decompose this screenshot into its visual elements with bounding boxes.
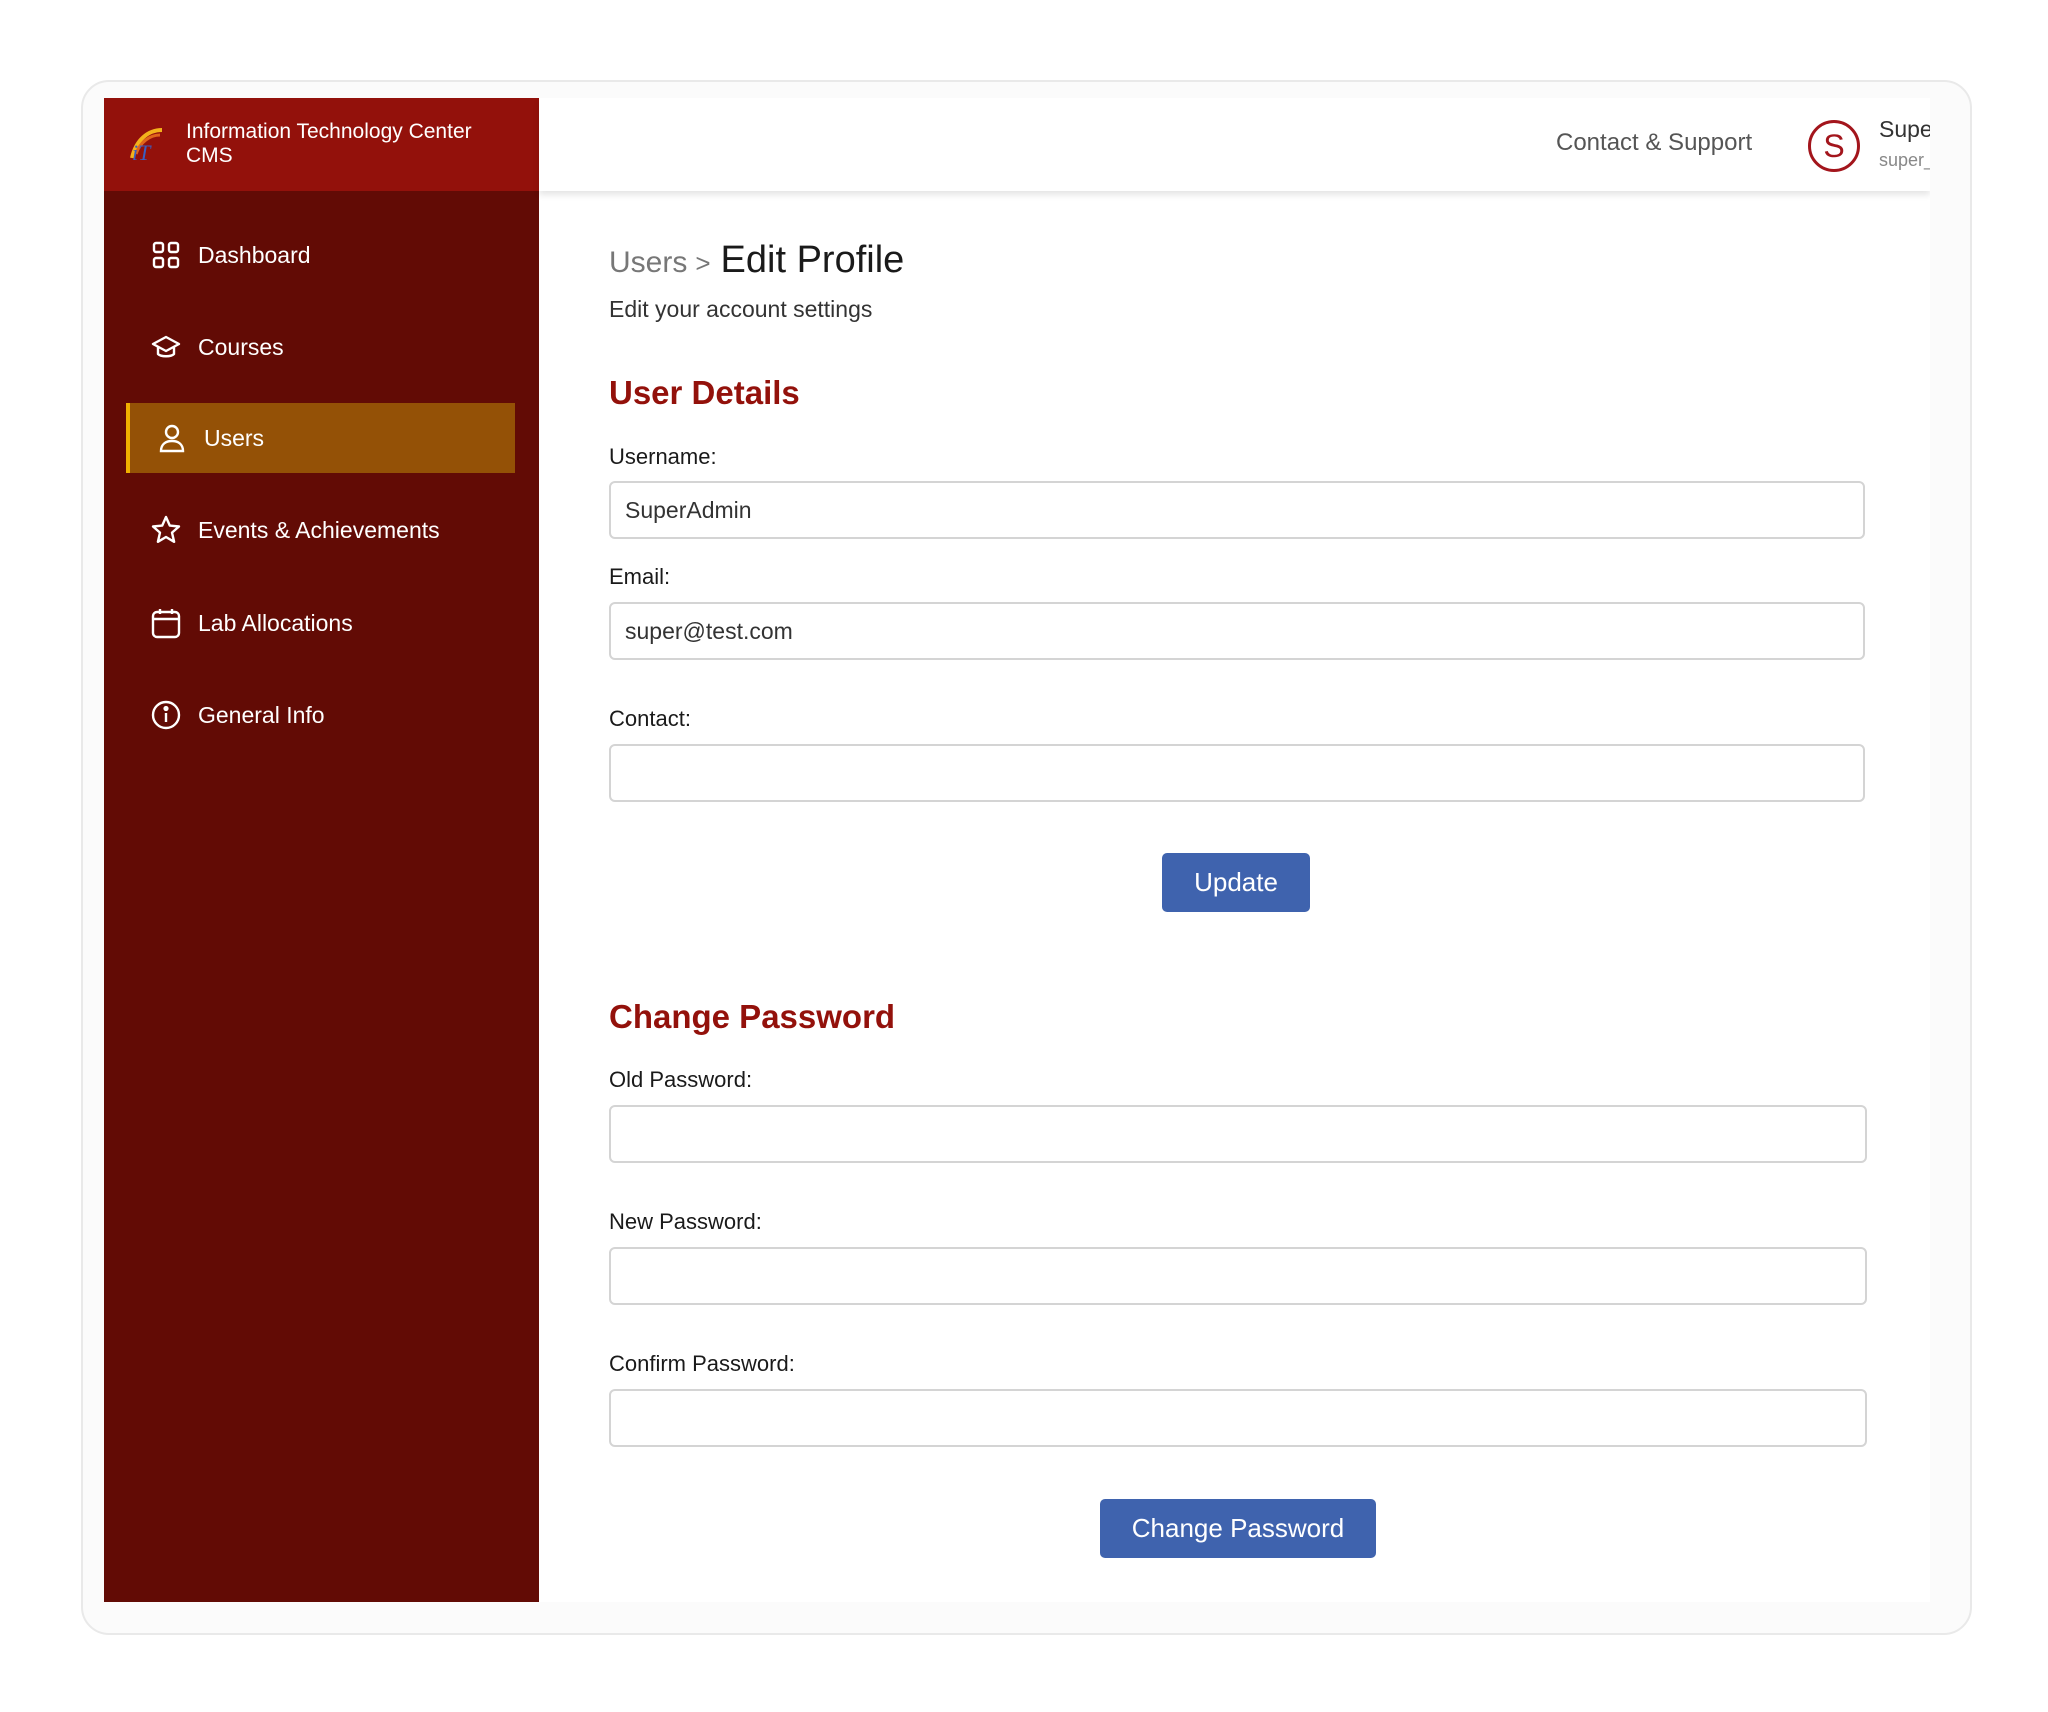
sidebar-item-label: Courses [198, 333, 284, 360]
avatar[interactable]: S [1808, 120, 1860, 172]
sidebar: iT Information Technology Center CMS Das… [104, 98, 539, 1602]
sidebar-item-label: Users [204, 424, 265, 451]
top-bar: Contact & Support S SuperAdmin super_adm… [539, 98, 1930, 191]
sidebar-item-courses[interactable]: Courses [126, 312, 515, 382]
brand-header[interactable]: iT Information Technology Center CMS [104, 98, 539, 191]
contact-label: Contact: [609, 706, 691, 731]
user-icon [156, 422, 188, 454]
sidebar-item-lab-allocations[interactable]: Lab Allocations [126, 588, 515, 658]
username-label: Username: [609, 444, 717, 469]
grid-icon [150, 239, 182, 271]
confirm-password-label: Confirm Password: [609, 1351, 795, 1376]
email-label: Email: [609, 564, 671, 589]
old-password-label: Old Password: [609, 1067, 753, 1092]
user-details-heading: User Details [609, 374, 800, 411]
page-title: Edit Profile [720, 239, 905, 281]
user-name[interactable]: SuperAdmin [1879, 116, 1930, 143]
contact-field[interactable] [609, 744, 1865, 802]
itc-logo-icon: iT [126, 124, 166, 165]
brand-line-2: CMS [186, 144, 233, 167]
new-password-label: New Password: [609, 1209, 762, 1234]
calendar-icon [150, 607, 182, 639]
old-password-field[interactable] [609, 1105, 1867, 1163]
update-button[interactable]: Update [1162, 853, 1310, 912]
breadcrumb: Users > Edit Profile [609, 239, 904, 282]
change-password-heading: Change Password [609, 998, 896, 1035]
star-icon [150, 514, 182, 546]
sidebar-item-dashboard[interactable]: Dashboard [126, 220, 515, 290]
email-field[interactable] [609, 602, 1865, 660]
sidebar-item-general-info[interactable]: General Info [126, 680, 515, 750]
contact-support-link[interactable]: Contact & Support [1556, 129, 1752, 157]
sidebar-item-label: Lab Allocations [198, 609, 353, 636]
username-field[interactable] [609, 481, 1865, 539]
confirm-password-field[interactable] [609, 1389, 1867, 1447]
page-subtitle: Edit your account settings [609, 296, 873, 322]
change-password-button[interactable]: Change Password [1100, 1499, 1376, 1558]
brand-line-1: Information Technology Center [186, 120, 472, 143]
sidebar-item-users[interactable]: Users [126, 403, 515, 473]
brand-title: Information Technology Center CMS [186, 120, 516, 168]
svg-text:iT: iT [132, 140, 152, 164]
graduation-cap-icon [150, 331, 182, 363]
sidebar-item-label: Dashboard [198, 241, 311, 268]
sidebar-item-label: General Info [198, 701, 325, 728]
breadcrumb-users-link[interactable]: Users [609, 246, 687, 280]
user-handle: super_admin [1879, 150, 1930, 170]
main-content: Users > Edit Profile Edit your account s… [539, 191, 1930, 1602]
info-icon [150, 699, 182, 731]
sidebar-item-events[interactable]: Events & Achievements [126, 495, 515, 565]
breadcrumb-separator: > [695, 248, 711, 278]
new-password-field[interactable] [609, 1247, 1867, 1305]
sidebar-item-label: Events & Achievements [198, 516, 440, 543]
app-shell: iT Information Technology Center CMS Das… [104, 98, 1930, 1602]
